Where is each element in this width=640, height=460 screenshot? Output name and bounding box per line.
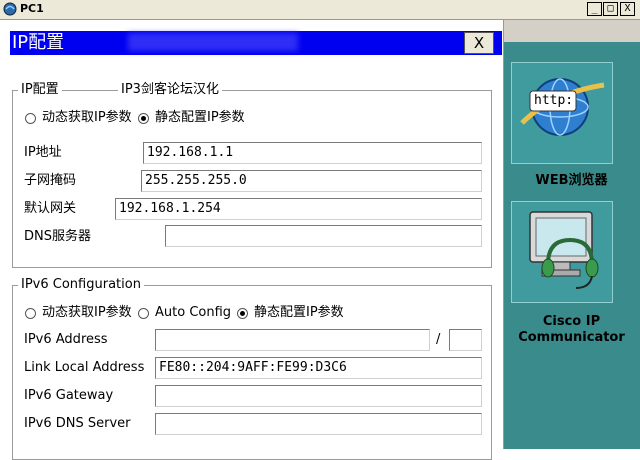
- link-local-field[interactable]: FE80::204:9AFF:FE99:D3C6: [155, 357, 482, 379]
- subnet-mask-field[interactable]: 255.255.255.0: [141, 170, 482, 192]
- window-title-bar: [0, 0, 640, 20]
- desktop-top-strip: [503, 20, 640, 42]
- ipv6-dhcp-radio[interactable]: [25, 308, 36, 319]
- minimize-button[interactable]: _: [587, 2, 602, 16]
- ip-communicator-tile[interactable]: [511, 201, 613, 303]
- ipv6-gateway-field[interactable]: [155, 385, 482, 407]
- dns-server-label: DNS服务器: [24, 229, 91, 244]
- ipv6-gateway-label: IPv6 Gateway: [24, 388, 114, 403]
- window-title: PC1: [20, 2, 44, 15]
- default-gateway-field[interactable]: 192.168.1.254: [115, 198, 482, 220]
- link-local-label: Link Local Address: [24, 360, 145, 375]
- prefix-separator: /: [436, 332, 441, 347]
- default-gateway-label: 默认网关: [24, 201, 77, 216]
- ipv6-auto-label[interactable]: Auto Config: [155, 305, 231, 321]
- ip-address-label: IP地址: [24, 145, 62, 160]
- ipv4-dhcp-radio[interactable]: [25, 113, 36, 124]
- ipv4-legend-extra: IP3剑客论坛汉化: [118, 82, 222, 98]
- ipv4-dhcp-label[interactable]: 动态获取IP参数: [42, 110, 132, 126]
- web-browser-icon: [520, 78, 605, 136]
- communicator-label-line1[interactable]: Cisco IP: [503, 314, 640, 330]
- window-close-button[interactable]: X: [620, 2, 635, 16]
- ipv4-legend: IP配置: [18, 82, 62, 98]
- ipv6-static-label[interactable]: 静态配置IP参数: [254, 305, 344, 321]
- ipv6-dns-field[interactable]: [155, 413, 482, 435]
- web-browser-label[interactable]: WEB浏览器: [503, 173, 640, 189]
- ipv6-address-label: IPv6 Address: [24, 332, 108, 347]
- dns-server-field[interactable]: [165, 225, 482, 247]
- browser-icon-text: http:: [534, 93, 574, 108]
- ip-address-field[interactable]: 192.168.1.1: [143, 142, 482, 164]
- ipv6-dhcp-label[interactable]: 动态获取IP参数: [42, 305, 132, 321]
- ipv4-static-radio[interactable]: [138, 113, 149, 124]
- web-browser-tile[interactable]: http:: [511, 62, 613, 164]
- ip-communicator-icon: [529, 211, 599, 289]
- ipv6-dns-label: IPv6 DNS Server: [24, 416, 131, 431]
- subnet-mask-label: 子网掩码: [24, 173, 77, 188]
- dialog-title: IP配置: [12, 32, 65, 53]
- ipv6-auto-radio[interactable]: [138, 308, 149, 319]
- ipv6-address-field[interactable]: [155, 329, 430, 351]
- communicator-label-line2[interactable]: Communicator: [503, 330, 640, 346]
- ipv6-static-radio[interactable]: [237, 308, 248, 319]
- dialog-close-button[interactable]: X: [464, 32, 494, 54]
- maximize-button[interactable]: □: [603, 2, 618, 16]
- ipv6-prefix-field[interactable]: [449, 329, 482, 351]
- ipv6-legend: IPv6 Configuration: [18, 277, 144, 293]
- ipv4-static-label[interactable]: 静态配置IP参数: [155, 110, 245, 126]
- pc-icon: [3, 2, 17, 16]
- title-watermark: [128, 33, 298, 51]
